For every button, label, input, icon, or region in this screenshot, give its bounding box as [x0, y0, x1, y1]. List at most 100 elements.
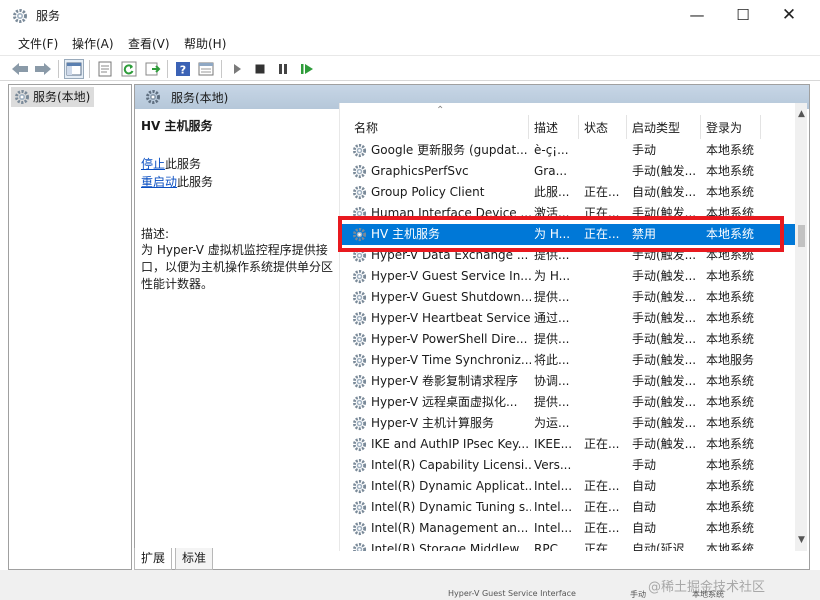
service-gear-icon: [352, 269, 367, 284]
menu-file[interactable]: 文件(F): [18, 35, 58, 52]
column-name[interactable]: 名称: [354, 119, 378, 136]
table-row[interactable]: Group Policy Client 此服... 正在... 自动(触发... 本地系…: [340, 182, 795, 203]
service-logon-as: 本地系统: [706, 248, 755, 262]
table-row[interactable]: Intel(R) Management an... Intel... 正在... 自动…: [340, 518, 795, 539]
stop-service-button[interactable]: [250, 59, 270, 79]
toolbar: ?: [0, 55, 820, 81]
table-row[interactable]: Hyper-V Guest Service In... 为 H... 手动(触发..…: [340, 266, 795, 287]
restart-service-suffix: 此服务: [177, 175, 214, 189]
table-row[interactable]: Hyper-V Guest Shutdown... 提供... 手动(触发... 本地…: [340, 287, 795, 308]
help-button[interactable]: ?: [173, 59, 193, 79]
column-divider[interactable]: [760, 115, 761, 139]
service-gear-icon: [352, 500, 367, 515]
export-button[interactable]: [143, 59, 163, 79]
column-divider[interactable]: [578, 115, 579, 139]
tab-standard[interactable]: 标准: [175, 548, 214, 570]
column-divider[interactable]: [700, 115, 701, 139]
services-gear-icon: [13, 9, 27, 23]
service-status: 正在...: [584, 521, 620, 535]
service-description: 提供...: [534, 332, 570, 346]
table-row[interactable]: GraphicsPerfSvc Gra... 手动(触发... 本地系统: [340, 161, 795, 182]
minimize-button[interactable]: —: [674, 0, 720, 32]
table-row[interactable]: Intel(R) Dynamic Applicat... Intel... 正在..…: [340, 476, 795, 497]
table-row[interactable]: Hyper-V PowerShell Dire... 提供... 手动(触发... 本…: [340, 329, 795, 350]
service-startup-type: 手动(触发...: [632, 164, 697, 178]
column-status[interactable]: 状态: [584, 119, 608, 136]
service-logon-as: 本地系统: [706, 185, 755, 199]
pause-service-button[interactable]: [273, 59, 293, 79]
column-divider[interactable]: [626, 115, 627, 139]
column-description[interactable]: 描述: [534, 119, 558, 136]
service-gear-icon: [352, 164, 367, 179]
service-name: Hyper-V Time Synchroniz...: [371, 353, 531, 367]
table-row[interactable]: Intel(R) Capability Licensi... Vers... 手动 本…: [340, 455, 795, 476]
table-row[interactable]: Human Interface Device ... 激活... 正在... 手动(触…: [340, 203, 795, 224]
scroll-thumb[interactable]: [798, 225, 805, 247]
restart-service-button[interactable]: [297, 59, 317, 79]
service-logon-as: 本地系统: [706, 458, 755, 472]
table-row[interactable]: Google 更新服务 (gupdat... è‑ç¡... 手动 本地系统: [340, 144, 795, 161]
table-row[interactable]: Hyper-V 主机计算服务 为运... 手动(触发... 本地系统: [340, 413, 795, 434]
svg-text:?: ?: [180, 64, 186, 77]
tab-extended[interactable]: 扩展: [134, 548, 173, 570]
service-name: Google 更新服务 (gupdat...: [371, 144, 528, 157]
service-logon-as: 本地系统: [706, 311, 755, 325]
service-logon-as: 本地系统: [706, 144, 755, 157]
service-logon-as: 本地系统: [706, 500, 755, 514]
scroll-down-icon[interactable]: ▼: [798, 535, 805, 545]
table-row[interactable]: Hyper-V Time Synchroniz... 将此... 手动(触发... 本…: [340, 350, 795, 371]
back-button[interactable]: [10, 59, 30, 79]
table-row-selected[interactable]: HV 主机服务 为 H... 正在... 禁用 本地系统: [340, 224, 795, 245]
menu-view[interactable]: 查看(V): [128, 35, 170, 52]
close-button[interactable]: ✕: [766, 0, 812, 32]
start-service-button[interactable]: [227, 59, 247, 79]
service-gear-icon: [352, 416, 367, 431]
details-button[interactable]: [196, 59, 216, 79]
column-logon-as[interactable]: 登录为: [706, 119, 742, 136]
menu-action[interactable]: 操作(A): [72, 35, 114, 52]
stop-service-link[interactable]: 停止: [141, 157, 165, 171]
details-icon: [198, 62, 214, 76]
service-logon-as: 本地系统: [706, 437, 755, 451]
service-description: 通过...: [534, 311, 570, 325]
column-startup-type[interactable]: 启动类型: [632, 119, 680, 136]
table-row[interactable]: Hyper-V Data Exchange ... 提供... 手动(触发... 本地…: [340, 245, 795, 266]
table-row[interactable]: Hyper-V Heartbeat Service 通过... 手动(触发... 本地…: [340, 308, 795, 329]
service-description: 激活...: [534, 206, 570, 220]
refresh-button[interactable]: [119, 59, 139, 79]
service-description: IKEE...: [534, 437, 573, 451]
services-list: ⌃ 名称 描述 状态 启动类型 登录为 Google 更新服务 (gupdat.…: [339, 103, 807, 551]
background-service-name: Hyper-V Guest Service Interface: [448, 589, 576, 598]
toolbar-separator: [89, 60, 90, 78]
column-divider[interactable]: [528, 115, 529, 139]
service-startup-type: 手动: [632, 144, 657, 157]
service-name: Intel(R) Management an...: [371, 521, 529, 535]
service-startup-type: 手动(触发...: [632, 374, 697, 388]
service-logon-as: 本地系统: [706, 290, 755, 304]
service-description: 为 H...: [534, 269, 571, 283]
sort-ascending-icon: ⌃: [436, 105, 445, 116]
forward-button[interactable]: [33, 59, 53, 79]
maximize-button[interactable]: ☐: [720, 0, 766, 32]
table-row[interactable]: Hyper-V 远程桌面虚拟化... 提供... 手动(触发... 本地系统: [340, 392, 795, 413]
service-logon-as: 本地系统: [706, 206, 755, 220]
tree-item-services-local[interactable]: 服务(本地): [11, 87, 95, 107]
service-description: 提供...: [534, 290, 570, 304]
table-row[interactable]: IKE and AuthIP IPsec Key... IKEE... 正在... 手…: [340, 434, 795, 455]
service-name: Hyper-V Data Exchange ...: [371, 248, 529, 262]
vertical-scrollbar[interactable]: ▲ ▼: [795, 103, 807, 551]
table-row[interactable]: Intel(R) Dynamic Tuning s... Intel... 正在..…: [340, 497, 795, 518]
console-tree: 服务(本地): [8, 84, 132, 570]
console-tree-button[interactable]: [64, 59, 84, 79]
service-description: 将此...: [534, 353, 570, 367]
service-startup-type: 禁用: [632, 227, 657, 241]
tree-item-label: 服务(本地): [33, 90, 91, 104]
menu-help[interactable]: 帮助(H): [184, 35, 226, 52]
table-row[interactable]: Hyper-V 卷影复制请求程序 协调... 手动(触发... 本地系统: [340, 371, 795, 392]
back-icon: [12, 63, 28, 75]
service-gear-icon: [352, 144, 367, 158]
service-logon-as: 本地系统: [706, 227, 755, 241]
scroll-up-icon[interactable]: ▲: [798, 109, 805, 119]
properties-button[interactable]: [95, 59, 115, 79]
restart-service-link[interactable]: 重启动: [141, 175, 177, 189]
